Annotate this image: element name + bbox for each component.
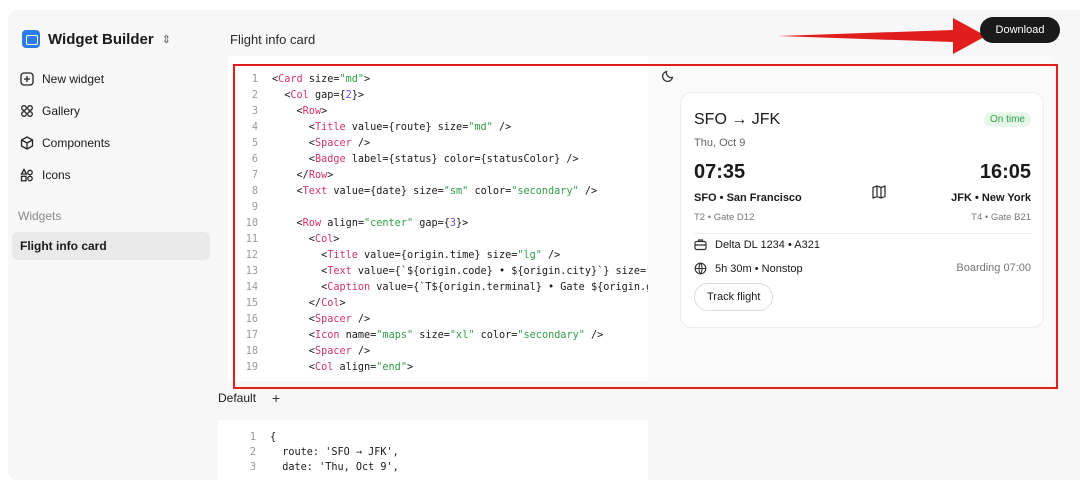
sidebar-item-label: Gallery [42,104,81,118]
add-tab-icon[interactable]: + [272,390,280,406]
line-number: 1 [249,432,256,443]
code-line: 3 date: 'Thu, Oct 9', [218,460,399,475]
download-button[interactable]: Download [980,17,1060,43]
line-text: { [270,432,277,443]
app-name: Widget Builder [48,30,154,48]
sidebar-item-components[interactable]: Components [20,136,110,150]
data-lines: 1{2 route: 'SFO → JFK', 3 date: 'Thu, Oct… [218,430,399,475]
cube-icon [20,136,34,150]
widgets-section-label: Widgets [18,209,62,223]
line-number: 2 [249,447,256,458]
sidebar-item-new-widget[interactable]: New widget [20,72,104,86]
chevron-updown-icon: ⇕ [161,33,171,46]
sidebar-item-flight-info-card[interactable]: Flight info card [12,232,210,260]
arrow-annotation-icon [778,18,986,54]
highlight-box [233,64,1058,389]
line-number: 3 [249,462,256,473]
data-editor[interactable]: 1{2 route: 'SFO → JFK', 3 date: 'Thu, Oct… [218,420,648,480]
data-tabs: Default + [218,390,280,406]
sidebar-item-icons[interactable]: Icons [20,168,71,182]
app-logo-icon [22,30,40,48]
grid-icon [21,105,33,117]
tab-default[interactable]: Default [218,391,256,405]
sidebar-item-label: Icons [42,168,71,182]
page-title: Flight info card [230,32,316,47]
code-line: 2 route: 'SFO → JFK', [218,445,399,460]
shapes-icon [20,168,33,182]
sidebar: Widget Builder ⇕ New widget Gallery Comp… [8,10,218,480]
sidebar-item-label: Components [42,136,111,150]
sidebar-item-gallery[interactable]: Gallery [20,104,80,118]
code-line: 1{ [218,430,399,445]
line-text: route: 'SFO → JFK', [270,447,399,458]
sidebar-item-label: New widget [42,72,105,86]
plus-square-icon [20,72,34,86]
app-switcher[interactable]: Widget Builder ⇕ [22,30,171,48]
line-text: date: 'Thu, Oct 9', [270,462,399,473]
